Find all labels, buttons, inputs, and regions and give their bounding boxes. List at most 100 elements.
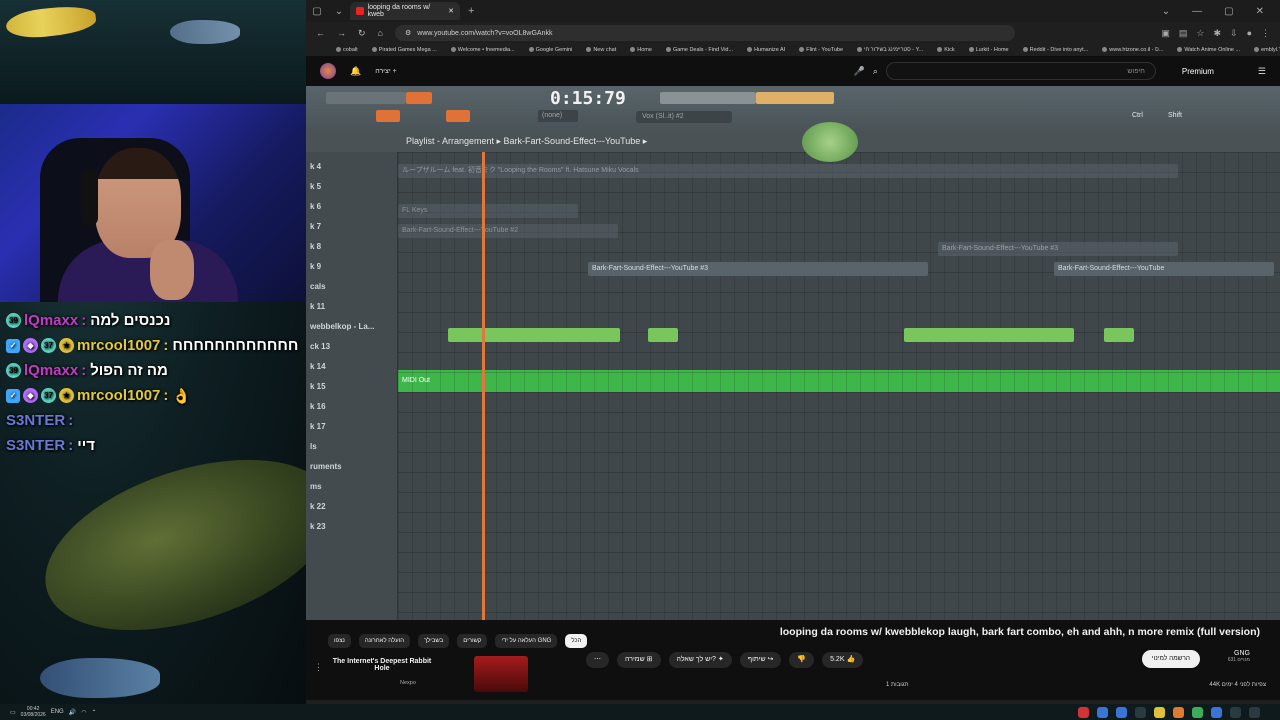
back-icon[interactable]: ← bbox=[316, 28, 325, 38]
translate-icon[interactable]: ▤ bbox=[1179, 28, 1188, 39]
like-button[interactable]: 5.2K 👍 bbox=[822, 652, 864, 668]
filter-chip[interactable]: נצפו bbox=[328, 634, 351, 648]
tab-list-icon[interactable]: ⌄ bbox=[328, 6, 350, 17]
language-indicator[interactable]: ENG bbox=[51, 709, 64, 715]
forward-icon[interactable]: → bbox=[337, 28, 346, 38]
bookmark-item[interactable]: www.htzone.co.il - ס... bbox=[1102, 47, 1163, 53]
dislike-button[interactable]: 👎 bbox=[789, 652, 815, 668]
filter-chip[interactable]: העלאה על ידי GNG bbox=[495, 634, 558, 648]
tab-youtube[interactable]: looping da rooms w/ kweb ✕ bbox=[350, 2, 460, 20]
new-tab-icon[interactable]: + bbox=[468, 5, 474, 17]
site-info-icon[interactable]: ⚙ bbox=[405, 29, 411, 37]
close-tab-icon[interactable]: ✕ bbox=[448, 7, 454, 15]
home-icon[interactable]: ⌂ bbox=[378, 28, 383, 38]
youtube-premium-logo[interactable]: Premium bbox=[1182, 67, 1214, 76]
recommended-video-title[interactable]: The Internet's Deepest Rabbit Hole bbox=[332, 658, 432, 672]
wifi-icon[interactable]: ◠ bbox=[81, 709, 86, 716]
chat-username[interactable]: S3NTER bbox=[6, 412, 65, 429]
bookmark-item[interactable]: New chat bbox=[586, 47, 616, 53]
app-taskbar-icon[interactable] bbox=[1135, 706, 1146, 718]
bookmark-item[interactable]: Google Gemini bbox=[528, 47, 572, 53]
close-window-icon[interactable]: ✕ bbox=[1256, 6, 1264, 17]
more-options-icon[interactable]: ⋮ bbox=[314, 662, 323, 673]
bookmark-item[interactable]: Kick bbox=[937, 47, 955, 53]
chat-username[interactable]: lQmaxx bbox=[24, 312, 78, 329]
bookmark-item[interactable]: emblyl.TV bbox=[1254, 47, 1280, 53]
address-bar[interactable]: ⚙ www.youtube.com/watch?v=voOL8wGAnkk bbox=[394, 25, 1015, 41]
app2-taskbar-icon[interactable] bbox=[1211, 706, 1222, 718]
filter-chip[interactable]: בשבילך bbox=[418, 634, 450, 648]
steam-taskbar-icon[interactable] bbox=[1097, 706, 1108, 718]
chat-username[interactable]: mrcool1007 bbox=[77, 337, 160, 354]
account-avatar[interactable] bbox=[320, 63, 336, 79]
chat-username[interactable]: S3NTER bbox=[6, 437, 65, 454]
bookmark-item[interactable]: cobalt bbox=[336, 47, 358, 53]
ask-button[interactable]: יש לך שאלה? ✦ bbox=[668, 652, 732, 668]
chat-username[interactable]: mrcool1007 bbox=[77, 387, 160, 404]
install-icon[interactable]: ▣ bbox=[1161, 28, 1170, 39]
track-label: k 5 bbox=[310, 182, 322, 191]
channel-info[interactable]: GNG 631 מנויים bbox=[1228, 650, 1250, 663]
bookmark-label: Game Deals - Find Vid... bbox=[672, 47, 734, 53]
filter-chip[interactable]: הועלה לאחרונה bbox=[358, 634, 411, 648]
downloads-icon[interactable]: ⇩ bbox=[1230, 28, 1238, 39]
guide-menu-icon[interactable]: ☰ bbox=[1258, 66, 1266, 77]
playlist-header: Playlist - Arrangement ▸ Bark-Fart-Sound… bbox=[306, 130, 1280, 152]
fl-studio-icon[interactable] bbox=[1192, 706, 1203, 718]
search-icon[interactable]: ⌕ bbox=[873, 66, 878, 77]
bookmark-label: Humanize AI bbox=[754, 47, 786, 53]
start-icon[interactable] bbox=[1249, 706, 1260, 718]
menu-icon[interactable]: ⋮ bbox=[1261, 28, 1270, 39]
filter-chip[interactable]: הכל bbox=[565, 634, 588, 648]
bookmarks-bar: cobalt Pirated Games Mega ... Welcome • fr… bbox=[306, 44, 1280, 56]
bookmark-item[interactable]: Game Deals - Find Vid... bbox=[665, 47, 734, 53]
voice-search-icon[interactable]: 🎤 bbox=[854, 66, 865, 77]
chevron-down-icon[interactable]: ⌄ bbox=[1162, 6, 1170, 17]
bookmark-item[interactable]: Welcome • freemedia... bbox=[450, 47, 515, 53]
bookmark-star-icon[interactable]: ☆ bbox=[1196, 28, 1204, 39]
subscribe-button[interactable]: הרשמה למינוי bbox=[1141, 650, 1200, 668]
bookmark-item[interactable]: Home bbox=[630, 47, 652, 53]
bookmark-item[interactable]: Watch Anime Online ... bbox=[1177, 47, 1240, 53]
chat-icon[interactable]: ▭ bbox=[10, 709, 16, 716]
track-label: k 6 bbox=[310, 202, 322, 211]
firefox-icon[interactable] bbox=[1173, 706, 1184, 718]
recommended-channel[interactable]: Nexpo bbox=[400, 680, 416, 686]
clip-bark-fart-3b: Bark-Fart-Sound-Effect---YouTube #3 bbox=[588, 262, 928, 276]
extensions-icon[interactable]: ✱ bbox=[1213, 28, 1221, 39]
youtube-taskbar-icon[interactable] bbox=[1078, 706, 1089, 718]
minimize-icon[interactable]: — bbox=[1192, 6, 1202, 17]
file-explorer-icon[interactable] bbox=[1154, 706, 1165, 718]
maximize-icon[interactable]: ▢ bbox=[1224, 6, 1233, 17]
tab-overview-icon[interactable]: ▢ bbox=[306, 6, 328, 17]
reload-icon[interactable]: ↻ bbox=[358, 28, 366, 39]
profile-icon[interactable]: ● bbox=[1247, 28, 1252, 39]
bookmark-item[interactable]: Humanize AI bbox=[747, 47, 785, 53]
bookmark-label: Home bbox=[637, 47, 652, 53]
tray-chevron-icon[interactable]: ⌃ bbox=[91, 709, 96, 716]
mod-badge-icon: ✓ bbox=[6, 338, 20, 353]
bookmark-item[interactable]: Flint - YouTube bbox=[799, 47, 843, 53]
more-actions-button[interactable]: ⋯ bbox=[586, 652, 609, 668]
create-button[interactable]: יצירה + bbox=[375, 68, 396, 75]
share-button[interactable]: שיתוף ↪ bbox=[739, 652, 782, 668]
chat-username[interactable]: lQmaxx bbox=[24, 362, 78, 379]
track-label: k 9 bbox=[310, 262, 322, 271]
search-input[interactable]: חיפוש bbox=[885, 62, 1156, 80]
chat-message: ✓ ◆ 37 ★ mrcool1007: 👌 bbox=[0, 383, 306, 408]
bookmark-item[interactable]: Lurkit - Home bbox=[968, 47, 1009, 53]
recommended-thumbnail[interactable] bbox=[474, 656, 528, 692]
bookmark-label: סטריימינג בשידור חי - Y... bbox=[864, 47, 924, 53]
bookmark-item[interactable]: Pirated Games Mega ... bbox=[371, 47, 437, 53]
bookmark-item[interactable]: Reddit - Dive into anyt... bbox=[1022, 47, 1088, 53]
filter-chip[interactable]: קשורים bbox=[457, 634, 488, 648]
video-player[interactable]: 0:15:79 (none) Vox (Sl..it) #2 Ctrl Shif… bbox=[306, 86, 1280, 620]
obs-icon[interactable] bbox=[1230, 706, 1241, 718]
clock: 00:42 03/08/2026 bbox=[21, 706, 46, 718]
discord-taskbar-icon[interactable] bbox=[1116, 706, 1127, 718]
chat-message: 39 lQmaxx: נכנסים למה bbox=[0, 308, 306, 333]
save-button[interactable]: שמירה ⊞ bbox=[617, 652, 661, 668]
bookmark-item[interactable]: סטריימינג בשידור חי - Y... bbox=[857, 47, 923, 53]
notifications-icon[interactable]: 🔔 bbox=[350, 66, 361, 77]
volume-icon[interactable]: 🔊 bbox=[69, 709, 76, 716]
